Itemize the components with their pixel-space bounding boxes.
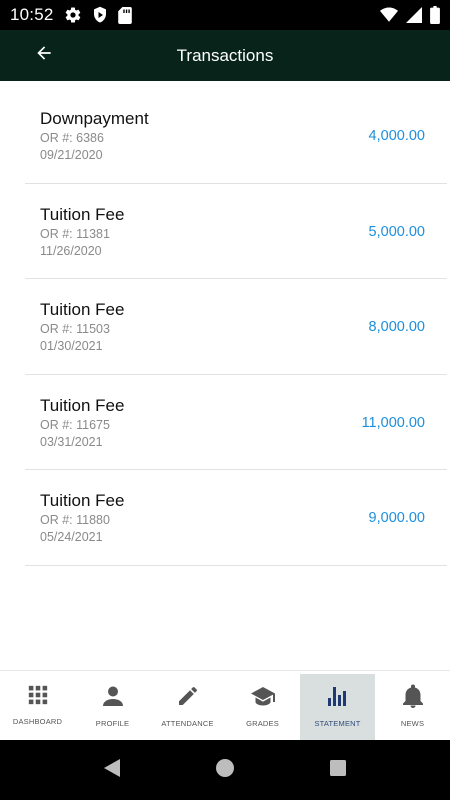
- transaction-title: Tuition Fee: [40, 300, 125, 319]
- back-button[interactable]: [14, 30, 74, 81]
- list-item[interactable]: Downpayment OR #: 6386 09/21/2020 4,000.…: [25, 88, 447, 184]
- system-recents-button[interactable]: [282, 740, 395, 800]
- nav-item-dashboard[interactable]: DASHBOARD: [0, 674, 75, 740]
- status-icons-right: [380, 6, 440, 24]
- back-triangle-icon: [103, 758, 121, 783]
- transaction-date: 09/21/2020: [40, 148, 103, 162]
- nav-label: STATEMENT: [314, 719, 361, 728]
- nav-label: PROFILE: [95, 719, 130, 728]
- nav-label: NEWS: [400, 719, 425, 728]
- transaction-title: Tuition Fee: [40, 491, 125, 510]
- nav-item-profile[interactable]: PROFILE: [75, 674, 150, 740]
- transaction-amount: 5,000.00: [368, 223, 425, 240]
- sd-card-icon: [117, 6, 132, 24]
- list-item[interactable]: Tuition Fee OR #: 11381 11/26/2020 5,000…: [25, 184, 447, 279]
- transaction-title: Tuition Fee: [40, 395, 125, 415]
- transaction-or-number: OR #: 11675: [40, 417, 110, 432]
- nav-label: ATTENDANCE: [161, 719, 214, 728]
- transaction-date: 05/24/2021: [40, 530, 103, 544]
- app-bar: Transactions: [0, 30, 450, 81]
- transaction-or-number: OR #: 11503: [40, 322, 110, 336]
- transaction-date: 01/30/2021: [40, 339, 103, 353]
- gear-icon: [64, 6, 82, 24]
- nav-item-news[interactable]: NEWS: [375, 674, 450, 740]
- bottom-nav: DASHBOARD PROFILE ATTENDANCE GRADES STAT…: [0, 670, 450, 740]
- recents-square-icon: [329, 759, 347, 782]
- nav-label: GRADES: [246, 719, 279, 728]
- status-time: 10:52: [10, 5, 54, 24]
- transaction-or-number: OR #: 11880: [40, 513, 110, 527]
- transaction-amount: 9,000.00: [368, 510, 425, 526]
- status-bar: 10:52: [0, 0, 450, 30]
- person-icon: [101, 684, 125, 713]
- home-circle-icon: [215, 758, 235, 783]
- bar-chart-icon: [326, 684, 350, 713]
- bell-icon: [402, 684, 424, 713]
- nav-label: DASHBOARD: [12, 717, 63, 726]
- grid-icon: [27, 684, 49, 711]
- transaction-or-number: OR #: 6386: [40, 131, 104, 145]
- signal-icon: [406, 7, 422, 23]
- transaction-amount: 4,000.00: [368, 128, 425, 144]
- transaction-title: Tuition Fee: [40, 204, 125, 224]
- list-item[interactable]: Tuition Fee OR #: 11503 01/30/2021 8,000…: [25, 279, 447, 375]
- transactions-list: Downpayment OR #: 6386 09/21/2020 4,000.…: [25, 88, 447, 566]
- list-item[interactable]: Tuition Fee OR #: 11880 05/24/2021 9,000…: [25, 470, 447, 566]
- nav-item-grades[interactable]: GRADES: [225, 674, 300, 740]
- battery-icon: [430, 6, 440, 24]
- nav-item-statement[interactable]: STATEMENT: [300, 674, 375, 740]
- pencil-icon: [176, 684, 200, 713]
- graduation-cap-icon: [250, 684, 276, 713]
- status-icons-left: [64, 6, 132, 24]
- transaction-date: 11/26/2020: [40, 243, 102, 258]
- transaction-title: Downpayment: [40, 109, 149, 128]
- transaction-or-number: OR #: 11381: [40, 226, 110, 241]
- transaction-amount: 11,000.00: [361, 414, 425, 431]
- transaction-amount: 8,000.00: [368, 319, 425, 335]
- system-nav-bar: [0, 740, 450, 800]
- shield-play-icon: [92, 6, 108, 24]
- transaction-date: 03/31/2021: [40, 434, 103, 449]
- arrow-left-icon: [34, 43, 54, 68]
- system-home-button[interactable]: [169, 740, 282, 800]
- wifi-icon: [380, 7, 398, 23]
- system-back-button[interactable]: [56, 740, 169, 800]
- nav-item-attendance[interactable]: ATTENDANCE: [150, 674, 225, 740]
- list-item[interactable]: Tuition Fee OR #: 11675 03/31/2021 11,00…: [25, 375, 447, 470]
